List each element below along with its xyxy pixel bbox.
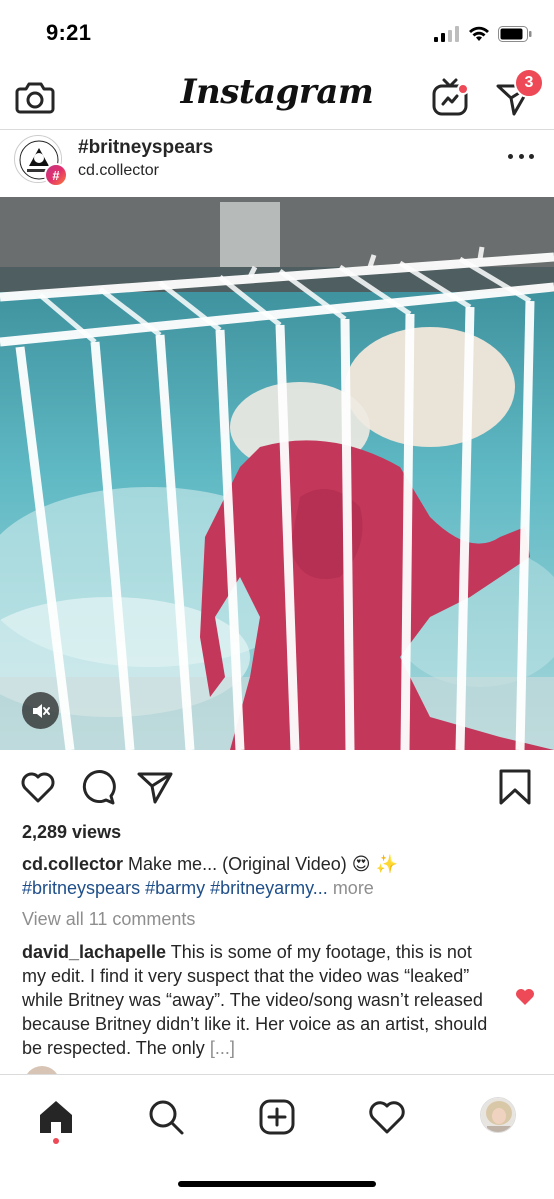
- home-icon[interactable]: [36, 1097, 76, 1137]
- post-header: # #britneyspears cd.collector: [0, 131, 554, 197]
- battery-icon: [498, 26, 532, 42]
- home-indicator: [178, 1181, 376, 1187]
- hashtag-badge: #: [44, 163, 68, 187]
- status-bar: 9:21: [0, 0, 554, 66]
- mute-button[interactable]: [22, 692, 59, 729]
- view-all-comments-link[interactable]: View all 11 comments: [22, 909, 195, 930]
- comment-icon[interactable]: [78, 768, 116, 806]
- comment-liked-heart-icon[interactable]: [515, 988, 535, 1006]
- caption-hashtags[interactable]: #britneyspears #barmy #britneyarmy...: [22, 878, 328, 898]
- speaker-muted-icon: [32, 703, 50, 718]
- post-caption: cd.collector Make me... (Original Video)…: [22, 852, 542, 900]
- top-comment: david_lachapelle This is some of my foot…: [22, 940, 500, 1060]
- add-post-icon[interactable]: [257, 1097, 297, 1137]
- status-icons: [434, 24, 532, 44]
- wifi-icon: [469, 26, 489, 41]
- top-navigation: Instagram 3: [0, 66, 554, 130]
- direct-badge: 3: [514, 68, 544, 98]
- post-video[interactable]: [0, 197, 554, 750]
- search-icon[interactable]: [146, 1097, 186, 1137]
- post-username[interactable]: cd.collector: [78, 162, 159, 180]
- bottom-tab-bar: [0, 1074, 554, 1199]
- bookmark-icon[interactable]: [496, 768, 534, 806]
- comment-username[interactable]: david_lachapelle: [22, 942, 166, 962]
- activity-heart-icon[interactable]: [367, 1097, 407, 1137]
- cellular-signal-icon: [434, 26, 459, 42]
- video-frame: [0, 197, 554, 750]
- like-heart-icon[interactable]: [19, 768, 57, 806]
- post-actions: [0, 750, 554, 822]
- instagram-logo: Instagram: [180, 72, 374, 112]
- caption-more-link[interactable]: more: [333, 878, 374, 898]
- profile-photo: [481, 1098, 515, 1132]
- home-active-dot: [53, 1138, 59, 1144]
- comment-truncation[interactable]: [...]: [210, 1038, 235, 1058]
- caption-username[interactable]: cd.collector: [22, 854, 123, 874]
- more-options-icon[interactable]: [508, 151, 534, 161]
- share-icon[interactable]: [136, 768, 174, 806]
- igtv-icon[interactable]: [430, 76, 470, 118]
- caption-text: Make me... (Original Video) 😍 ✨: [128, 854, 398, 874]
- profile-avatar[interactable]: [480, 1097, 516, 1133]
- view-count[interactable]: 2,289 views: [22, 822, 121, 843]
- status-time: 9:21: [46, 20, 92, 45]
- post-hashtag-title[interactable]: #britneyspears: [78, 137, 213, 159]
